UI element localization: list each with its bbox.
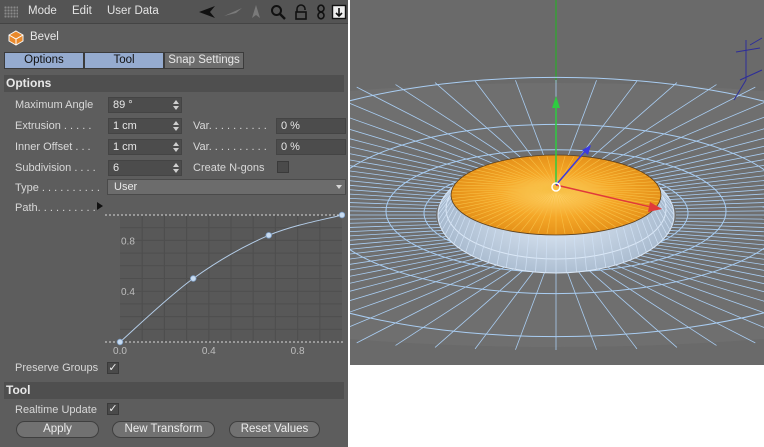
arrow-up-icon[interactable] — [246, 4, 266, 20]
extrusion-var-label: Var. . . . . . . . . . — [193, 120, 267, 132]
path-curve-graph[interactable]: 0.0 0.4 0.8 0.8 0.4 — [105, 207, 345, 357]
subdivision-value: 6 — [113, 162, 120, 174]
link-icon[interactable] — [313, 4, 329, 20]
tool-section-header[interactable]: Tool — [4, 382, 344, 399]
graph-x-tick-label: 0.0 — [113, 346, 127, 357]
checkmark-icon: ✓ — [108, 403, 118, 415]
inner-offset-value: 1 cm — [113, 141, 137, 153]
graph-y-tick-label: 0.4 — [121, 287, 135, 298]
blank-area — [350, 365, 764, 447]
inner-offset-var-value: 0 % — [281, 141, 300, 153]
checkmark-icon: ✓ — [108, 362, 118, 374]
viewport-scene[interactable] — [350, 0, 764, 365]
bevel-object-icon — [8, 30, 24, 46]
arrow-left-icon[interactable] — [198, 4, 218, 20]
type-dropdown[interactable]: User — [107, 179, 346, 195]
create-ngons-checkbox[interactable] — [277, 161, 289, 173]
type-value: User — [114, 181, 138, 193]
tab-options[interactable]: Options — [4, 52, 84, 69]
path-curve-point[interactable] — [265, 232, 272, 239]
realtime-update-label: Realtime Update — [15, 404, 97, 416]
arrow-right-icon[interactable] — [222, 4, 244, 20]
inner-offset-field[interactable]: 1 cm — [108, 139, 182, 155]
menu-mode[interactable]: Mode — [28, 5, 57, 17]
apply-button[interactable]: Apply — [16, 421, 99, 438]
spinner-icon[interactable] — [173, 163, 179, 173]
reset-values-button[interactable]: Reset Values — [229, 421, 320, 438]
tab-tool[interactable]: Tool — [84, 52, 164, 69]
path-curve-point[interactable] — [338, 211, 345, 219]
path-curve-point[interactable] — [116, 338, 124, 346]
preserve-groups-label: Preserve Groups — [15, 362, 99, 374]
graph-x-tick-label: 0.8 — [291, 346, 305, 357]
inner-offset-var-field[interactable]: 0 % — [276, 139, 346, 155]
menu-user-data[interactable]: User Data — [107, 5, 159, 17]
menu-bar: Mode Edit User Data — [0, 0, 348, 24]
path-label: Path. . . . . . . . . . — [15, 202, 96, 214]
extrusion-var-value: 0 % — [281, 120, 300, 132]
spinner-icon[interactable] — [173, 142, 179, 152]
expand-arrow-icon[interactable] — [97, 202, 103, 210]
subdivision-field[interactable]: 6 — [108, 160, 182, 176]
new-transform-button[interactable]: New Transform — [112, 421, 215, 438]
panel-grip-icon[interactable] — [4, 6, 18, 18]
subdivision-label: Subdivision . . . . — [15, 162, 96, 174]
extrusion-var-field[interactable]: 0 % — [276, 118, 346, 134]
dropdown-caret-icon — [336, 185, 342, 189]
extrusion-label: Extrusion . . . . . — [15, 120, 92, 132]
create-ngons-label: Create N-gons — [193, 162, 265, 174]
menu-edit[interactable]: Edit — [72, 5, 92, 17]
extrusion-field[interactable]: 1 cm — [108, 118, 182, 134]
inner-offset-label: Inner Offset . . . — [15, 141, 91, 153]
spinner-icon[interactable] — [173, 121, 179, 131]
options-section-header[interactable]: Options — [4, 75, 344, 92]
max-angle-field[interactable]: 89 ° — [108, 97, 182, 113]
tab-snap-settings[interactable]: Snap Settings — [164, 52, 244, 69]
object-name: Bevel — [30, 31, 59, 43]
max-angle-value: 89 ° — [113, 99, 133, 111]
extrusion-value: 1 cm — [113, 120, 137, 132]
3d-viewport[interactable] — [350, 0, 764, 365]
preserve-groups-checkbox[interactable]: ✓ — [107, 362, 119, 374]
graph-x-tick-label: 0.4 — [202, 346, 216, 357]
lock-icon[interactable] — [293, 4, 309, 20]
attribute-manager: Mode Edit User Data Bevel Options Tool S… — [0, 0, 348, 447]
graph-y-tick-label: 0.8 — [121, 236, 135, 247]
inner-offset-var-label: Var. . . . . . . . . . — [193, 141, 267, 153]
spinner-icon[interactable] — [173, 100, 179, 110]
new-panel-icon[interactable] — [331, 4, 347, 20]
path-curve-point[interactable] — [190, 275, 197, 282]
realtime-update-checkbox[interactable]: ✓ — [107, 403, 119, 415]
object-header: Bevel — [0, 27, 348, 49]
type-label: Type . . . . . . . . . . — [15, 182, 100, 194]
search-icon[interactable] — [270, 4, 286, 20]
max-angle-label: Maximum Angle — [15, 99, 94, 111]
